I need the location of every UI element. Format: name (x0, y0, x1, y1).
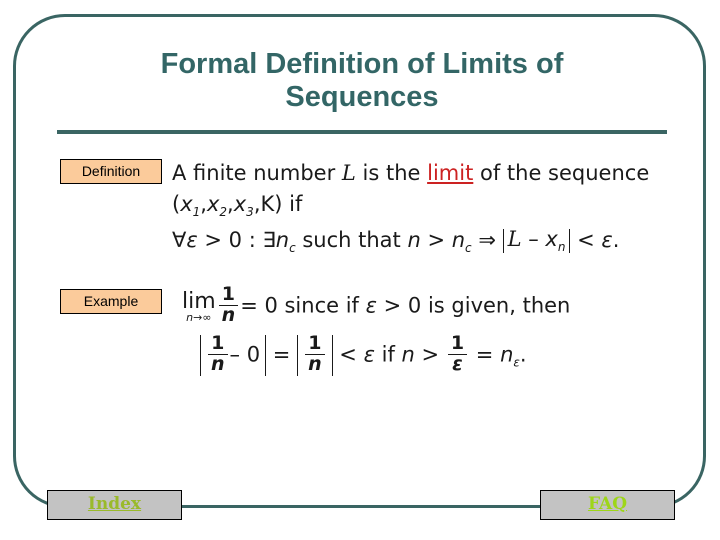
forall-symbol: ∀ (172, 228, 187, 252)
seq-comma-3: , (253, 192, 261, 216)
fraction-denominator: n (221, 303, 236, 326)
lim-sub-arrow: → (193, 311, 203, 325)
definition-text-post: of the sequence (473, 161, 650, 185)
fraction-numerator-a: 1 (208, 333, 228, 355)
equals-operator-2: = (475, 342, 494, 367)
exists-symbol: ∃ (262, 228, 276, 252)
fraction-denominator-b: n (308, 352, 322, 375)
definition-line-2: (x1,x2,x3,K) if (172, 191, 302, 225)
lim-text: lim (182, 289, 216, 315)
final-period: . (519, 342, 527, 367)
definition-text-mid: is the (355, 161, 428, 185)
title-divider-rule (57, 130, 667, 134)
n-subscript-var-2: n (451, 228, 466, 252)
greater-than-operator-final: > (421, 342, 440, 367)
fraction-1-over-n-b: 1n (305, 333, 325, 375)
definition-var-L: L (341, 161, 356, 185)
definition-line-3: ∀ε > 0 : ∃nc such that n > nc ⇒ L – xn <… (172, 227, 619, 261)
example-equals-zero-text: = 0 since if (240, 293, 366, 318)
n-subscript-2: c (465, 241, 472, 256)
n-subscript-var-1: n (275, 228, 290, 252)
lim-subscript: n→∞ (182, 312, 216, 324)
faq-button[interactable]: FAQ (540, 490, 675, 520)
fraction-denominator-a: n (211, 352, 225, 375)
gt-operator: > (420, 228, 452, 252)
seq-x1: x (180, 192, 193, 216)
example-line-1: lim n→∞ 1 n = 0 since if ε > 0 is given, the… (182, 284, 571, 327)
abs-x: x (545, 226, 558, 251)
if-text: if (381, 342, 395, 367)
lt-operator: < (570, 228, 602, 252)
seq-paren-open: ( (172, 192, 181, 216)
abs-x-sub: n (557, 240, 566, 255)
slide-canvas: Formal Definition of Limits of Sequences… (0, 0, 720, 540)
seq-comma-2: , (227, 192, 234, 216)
fraction-numerator-b: 1 (305, 333, 325, 355)
seq-x3-sub: 3 (246, 205, 254, 220)
example-epsilon: ε (365, 293, 377, 318)
page-title-line-1: Formal Definition of Limits of (160, 48, 564, 80)
fraction-1-over-n-a: 1n (208, 333, 228, 375)
n-subscript-1: c (289, 241, 296, 256)
minus-zero-text: – 0 (229, 342, 261, 367)
fraction-numerator-c: 1 (447, 333, 468, 355)
seq-ellipsis-k: K (260, 192, 275, 216)
page-title: Formal Definition of Limits of Sequences (60, 48, 664, 114)
equals-operator-1: = (272, 342, 291, 367)
seq-x2-sub: 2 (219, 205, 228, 220)
epsilon-symbol-1: ε (186, 228, 198, 252)
seq-x2: x (206, 192, 220, 216)
less-than-operator: < (339, 342, 357, 367)
definition-line-1: A finite number L is the limit of the se… (172, 160, 649, 186)
such-that-text: such that (295, 228, 408, 252)
example-line-2: 1 n – 0 = 1n < ε if n > 1ε = nε. (200, 333, 527, 376)
absolute-value-group: L – xn (502, 226, 571, 255)
limit-operator: lim n→∞ (182, 289, 216, 324)
fraction-numerator: 1 (218, 284, 239, 306)
fraction-one-over-n: 1n (218, 284, 239, 326)
n-var-2: n (407, 228, 421, 252)
page-title-line-2: Sequences (285, 81, 439, 113)
example-given-text: > 0 is given, then (376, 293, 571, 318)
example-badge: Example (60, 289, 162, 314)
lim-sub-infinity: ∞ (202, 311, 212, 325)
greater-than-zero-text: > 0 : (197, 228, 263, 252)
fraction-denominator-c: ε (452, 352, 463, 375)
definition-badge: Definition (60, 159, 162, 184)
abs-L: L (507, 226, 522, 251)
index-button[interactable]: Index (47, 490, 182, 520)
abs-minus: – (521, 226, 546, 251)
definition-period: . (612, 228, 620, 252)
seq-comma-1: , (200, 192, 207, 216)
epsilon-symbol-2: ε (601, 228, 613, 252)
definition-keyword-limit: limit (427, 161, 474, 185)
abs-group-2: 1n (297, 333, 333, 376)
epsilon-final-1: ε (363, 342, 375, 367)
n-final: n (401, 342, 415, 367)
definition-text-pre: A finite number (172, 161, 342, 185)
abs-group-1: 1 n – 0 (200, 333, 267, 376)
n-epsilon-var: n (500, 342, 514, 367)
seq-paren-close: ) if (274, 192, 303, 216)
seq-x3: x (233, 192, 247, 216)
fraction-1-over-epsilon: 1ε (447, 333, 468, 375)
implies-symbol: ⇒ (471, 228, 503, 252)
